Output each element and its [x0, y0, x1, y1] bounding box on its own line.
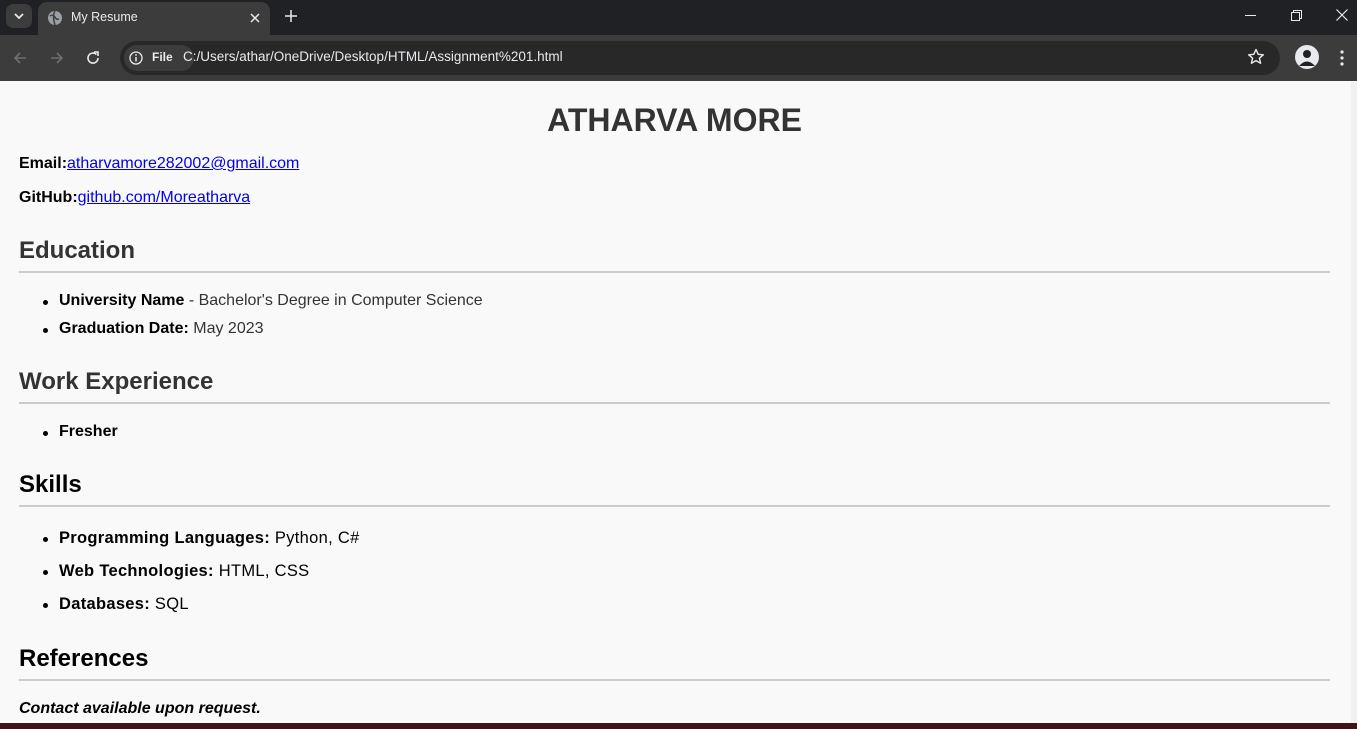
item-label: Graduation Date:	[59, 320, 189, 337]
file-label: File	[152, 50, 173, 64]
email-label: Email:	[19, 155, 68, 172]
page-viewport[interactable]: ATHARVA MORE Email:atharvamore282002@gma…	[0, 82, 1351, 723]
tab-search-button[interactable]	[6, 4, 32, 28]
email-line: Email:atharvamore282002@gmail.com	[19, 155, 299, 173]
browser-toolbar: File C:/Users/athar/OneDrive/Desktop/HTM…	[0, 35, 1357, 81]
github-link[interactable]: github.com/Moreatharva	[78, 189, 251, 206]
tab-search-icon	[14, 13, 24, 20]
more-menu-button[interactable]	[1334, 46, 1350, 70]
restore-button[interactable]	[1273, 0, 1319, 30]
new-tab-button[interactable]	[280, 5, 302, 27]
browser-window: My Resume File C:/Users/athar/OneDrive/D…	[0, 0, 1357, 723]
list-item: University Name - Bachelor's Degree in C…	[43, 292, 483, 310]
item-text: SQL	[150, 595, 189, 613]
list-item: Databases: SQL	[43, 595, 189, 614]
email-link[interactable]: atharvamore282002@gmail.com	[67, 155, 299, 172]
more-icon	[1340, 50, 1344, 66]
minimize-icon	[1244, 14, 1256, 16]
github-label: GitHub:	[19, 189, 78, 206]
window-close-icon	[1336, 9, 1348, 21]
item-text: Python, C#	[270, 529, 360, 547]
address-bar[interactable]: File C:/Users/athar/OneDrive/Desktop/HTM…	[120, 41, 1280, 75]
back-icon	[13, 52, 26, 64]
list-item: Programming Languages: Python, C#	[43, 529, 360, 548]
tab-my-resume[interactable]: My Resume	[38, 2, 270, 35]
tab-close-button[interactable]	[246, 9, 264, 27]
tab-title: My Resume	[71, 10, 138, 24]
url-text[interactable]: C:/Users/athar/OneDrive/Desktop/HTML/Ass…	[183, 49, 563, 64]
window-close-button[interactable]	[1319, 0, 1357, 30]
skills-heading: Skills	[19, 471, 82, 498]
work-heading: Work Experience	[19, 368, 214, 395]
education-heading: Education	[19, 237, 136, 264]
github-line: GitHub:github.com/Moreatharva	[19, 189, 250, 207]
item-label: Fresher	[59, 423, 118, 440]
item-text: - Bachelor's Degree in Computer Science	[184, 292, 483, 309]
list-item: Graduation Date: May 2023	[43, 320, 264, 338]
restore-icon	[1290, 9, 1302, 21]
item-label: Programming Languages:	[59, 529, 271, 547]
item-text: HTML, CSS	[213, 562, 310, 580]
close-icon	[250, 13, 260, 23]
globe-icon	[48, 10, 62, 26]
education-section-header: Education	[19, 237, 1330, 273]
item-text: May 2023	[188, 320, 264, 337]
scrollbar[interactable]	[1351, 82, 1357, 723]
references-text: Contact available upon request.	[19, 700, 261, 717]
resume-name: ATHARVA MORE	[547, 102, 802, 138]
desktop-strip	[0, 723, 1357, 729]
list-item: Fresher	[43, 423, 118, 441]
back-button[interactable]	[9, 47, 31, 69]
reload-icon	[87, 51, 99, 64]
reload-button[interactable]	[82, 47, 104, 69]
forward-button[interactable]	[46, 47, 68, 69]
item-label: University Name	[59, 292, 185, 309]
references-heading: References	[19, 645, 149, 672]
profile-icon	[1299, 50, 1315, 66]
work-section-header: Work Experience	[19, 368, 1330, 404]
forward-icon	[51, 52, 64, 64]
tab-strip: My Resume	[0, 0, 1357, 35]
item-label: Databases:	[59, 595, 151, 613]
profile-button[interactable]	[1295, 45, 1319, 69]
info-icon	[129, 51, 143, 65]
references-section-header: References	[19, 645, 1330, 681]
plus-icon	[285, 10, 297, 22]
list-item: Web Technologies: HTML, CSS	[42, 562, 310, 581]
skills-section-header: Skills	[19, 471, 1330, 507]
star-icon[interactable]	[1247, 48, 1265, 66]
item-label: Web Technologies:	[59, 562, 214, 580]
minimize-button[interactable]	[1227, 0, 1273, 30]
